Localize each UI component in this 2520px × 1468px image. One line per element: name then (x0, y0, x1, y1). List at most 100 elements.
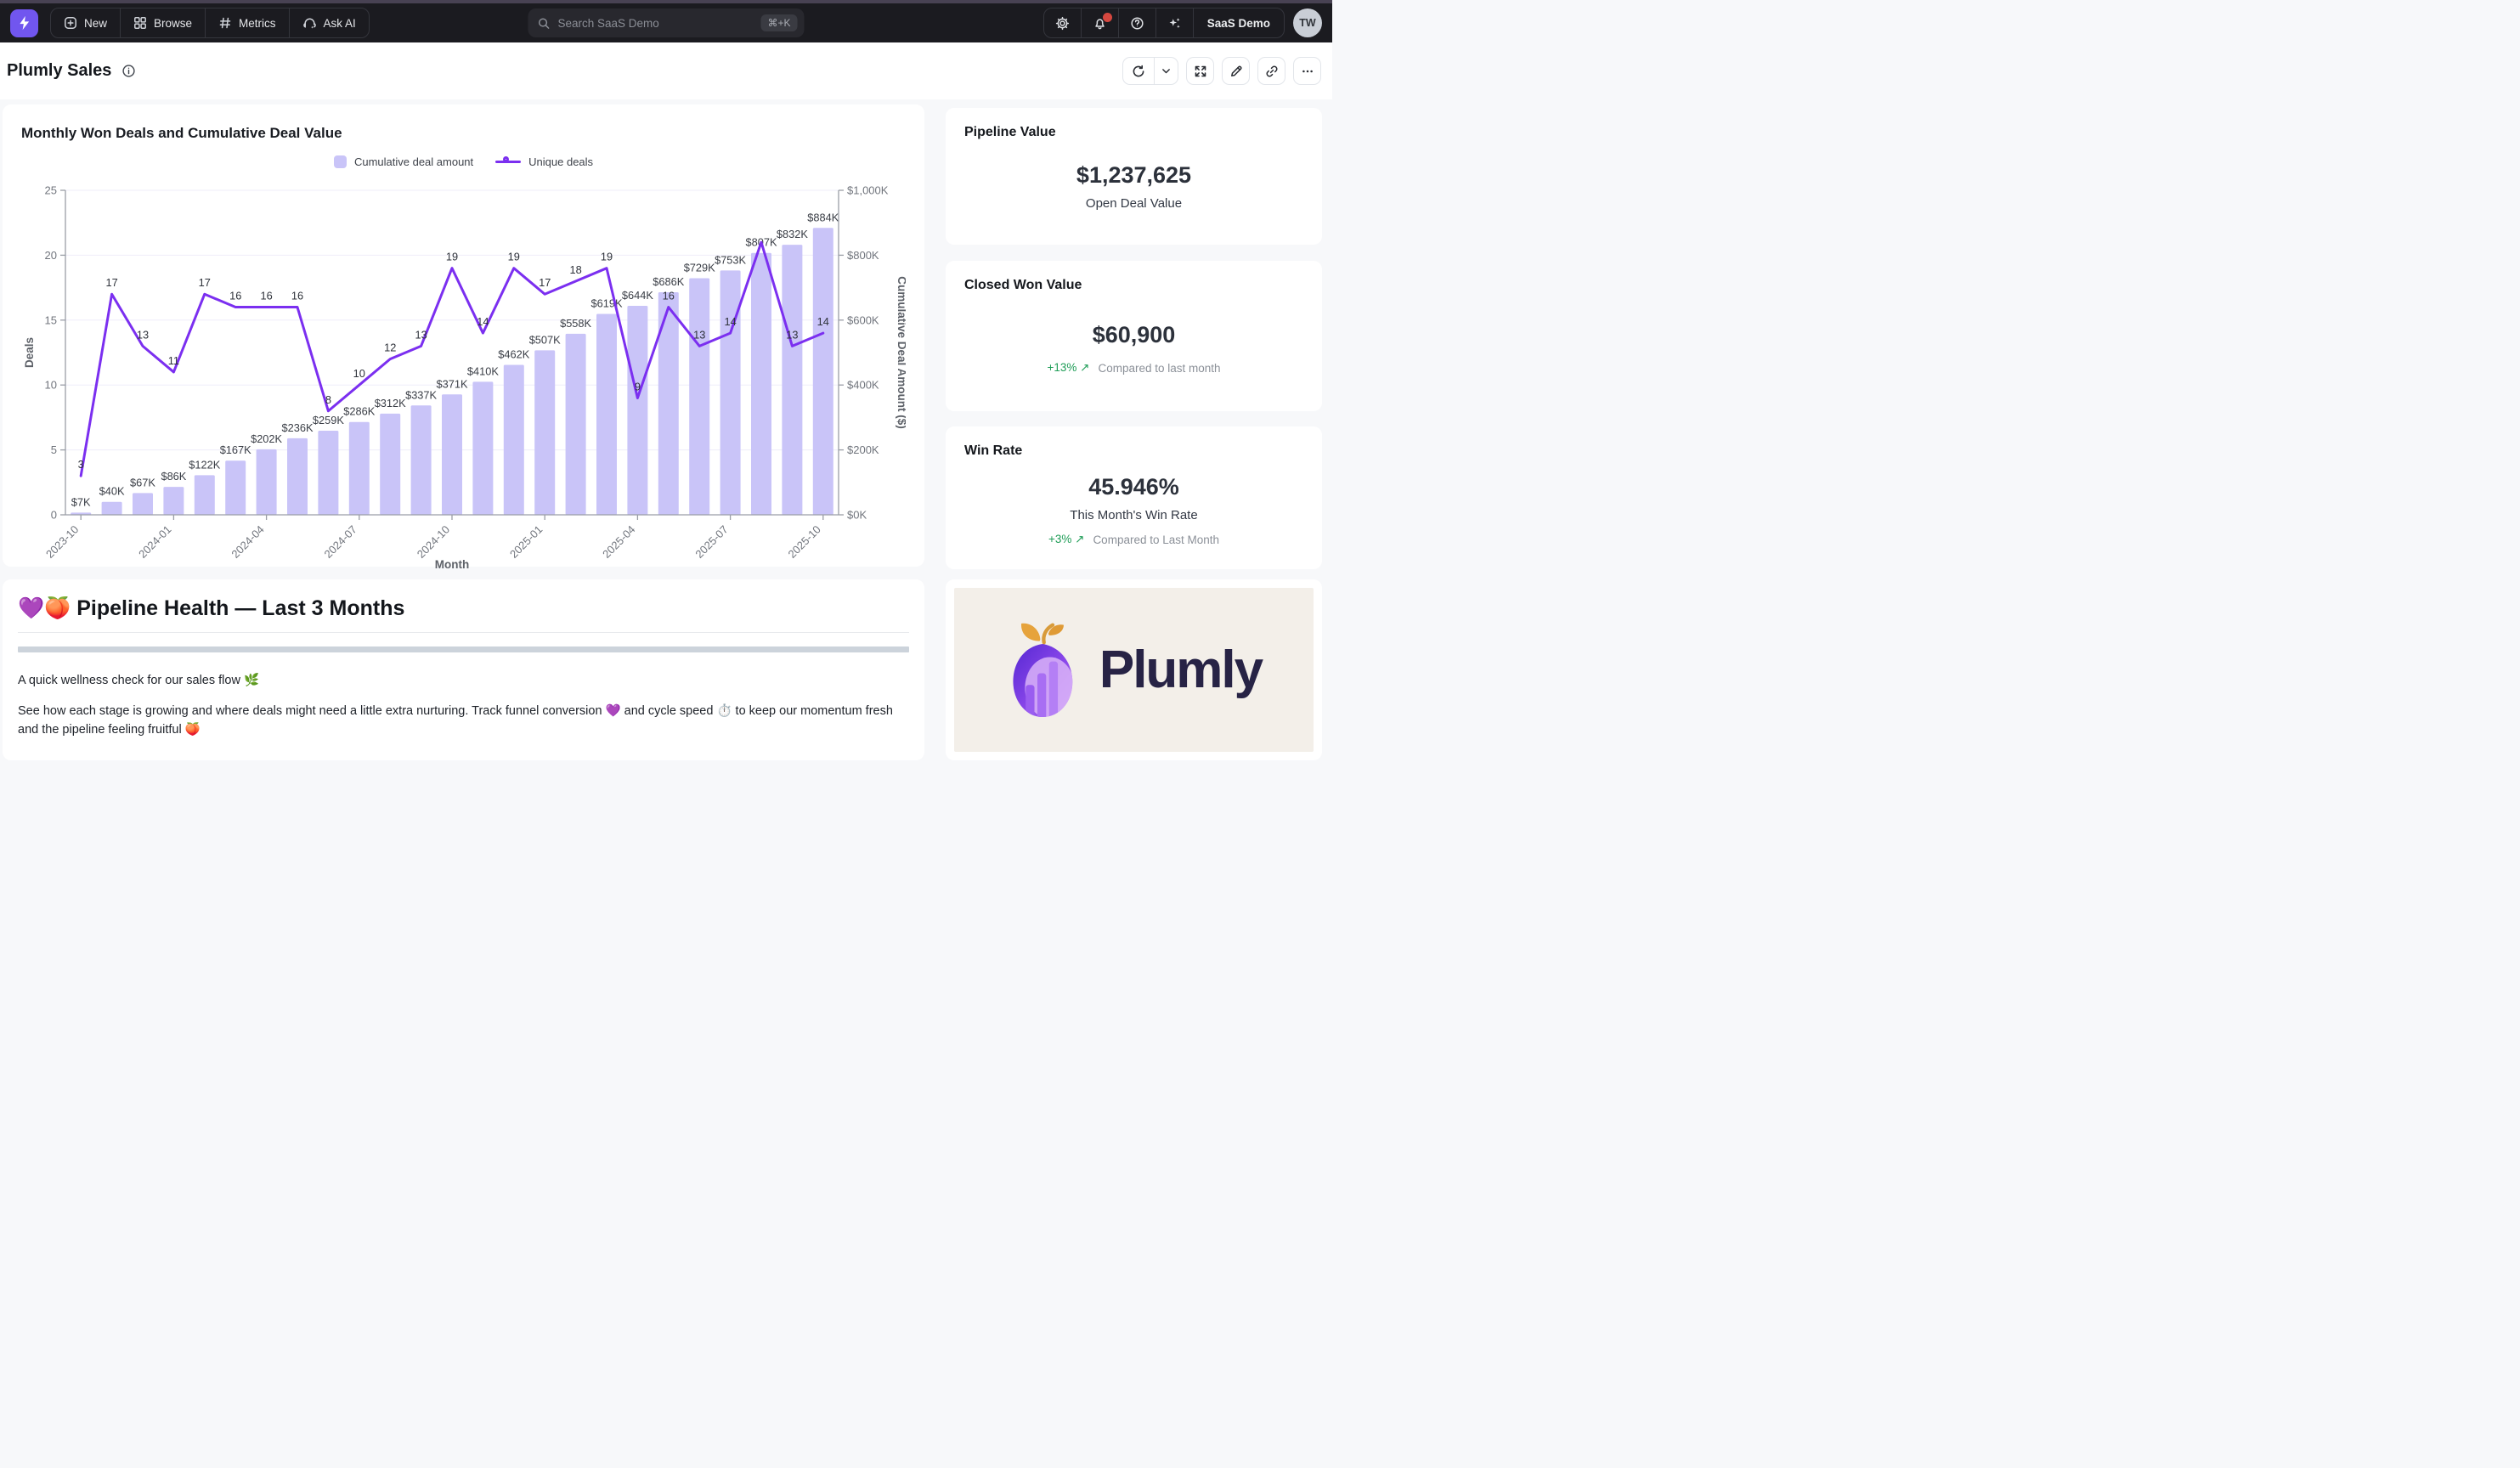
chart-text: 16 (291, 290, 303, 302)
ai-sparkles-button[interactable] (1155, 8, 1193, 37)
refresh-options-button[interactable] (1154, 58, 1178, 84)
app-logo[interactable] (10, 9, 38, 37)
chart-text: Deals (23, 337, 36, 368)
nav-item-ask-ai[interactable]: Ask AI (289, 8, 369, 37)
bar[interactable] (380, 414, 400, 515)
kpi-delta-row: +3% ↗ Compared to Last Month (964, 533, 1303, 546)
bar[interactable] (720, 270, 741, 515)
bar[interactable] (627, 306, 647, 515)
page-header: Plumly Sales (0, 42, 1332, 99)
nav-item-metrics[interactable]: Metrics (205, 8, 289, 37)
kpi-title: Pipeline Value (964, 125, 1303, 140)
global-search[interactable]: Search SaaS Demo ⌘+K (528, 8, 805, 37)
bar[interactable] (257, 449, 277, 515)
bar[interactable] (163, 487, 184, 515)
chart-text: 12 (384, 342, 396, 354)
legend-label: Unique deals (528, 155, 593, 168)
delta-badge: +13% ↗ (1047, 361, 1089, 375)
legend-item-unique-deals[interactable]: Unique deals (495, 155, 593, 168)
combo-chart[interactable]: $7K$40K$67K$86K$122K$167K$202K$236K$259K… (21, 175, 906, 579)
bar[interactable] (782, 245, 802, 515)
chart-text: 2024-10 (415, 523, 452, 561)
bar[interactable] (225, 460, 246, 515)
link-icon (1265, 65, 1279, 78)
nav-item-label: New (84, 17, 107, 30)
sparkles-icon (1167, 16, 1182, 31)
chart-text: 2025-07 (692, 523, 730, 561)
chart-text: $800K (847, 249, 879, 262)
more-options-button[interactable] (1293, 57, 1321, 85)
bar[interactable] (596, 314, 617, 515)
bar[interactable] (195, 475, 215, 515)
bar[interactable] (102, 502, 122, 515)
chart-text: $410K (467, 364, 499, 377)
bar[interactable] (751, 253, 771, 515)
nav-item-label: Metrics (239, 17, 276, 30)
bar[interactable] (813, 228, 833, 515)
chart-text: 2025-10 (786, 523, 823, 561)
legend-item-cumulative[interactable]: Cumulative deal amount (334, 155, 473, 168)
help-circle-icon (1130, 16, 1144, 31)
search-icon (538, 17, 551, 30)
chart-text: 5 (51, 443, 57, 456)
kpi-value: $1,237,625 (964, 162, 1303, 189)
help-button[interactable] (1118, 8, 1155, 37)
bar[interactable] (689, 279, 709, 515)
bar[interactable] (534, 350, 555, 515)
bar[interactable] (566, 334, 586, 515)
chart-text: $600K (847, 313, 879, 326)
pencil-icon (1229, 65, 1243, 78)
refresh-button[interactable] (1123, 58, 1154, 84)
chart-text: 14 (724, 315, 736, 328)
bar[interactable] (411, 405, 432, 515)
expand-icon (1194, 65, 1207, 78)
delta-badge: +3% ↗ (1048, 533, 1084, 546)
fullscreen-button[interactable] (1186, 57, 1214, 85)
user-avatar[interactable]: TW (1293, 8, 1322, 37)
chart-text: $167K (220, 443, 251, 456)
bar[interactable] (472, 381, 493, 515)
notes-paragraph: A quick wellness check for our sales flo… (18, 672, 909, 691)
chart-text: $644K (622, 289, 653, 302)
chart-text: 3 (78, 458, 84, 471)
trend-up-icon: ↗ (1075, 533, 1084, 545)
chart-text: 2024-07 (322, 523, 359, 561)
bar-swatch (334, 155, 347, 168)
chart-text: 2023-10 (43, 523, 81, 561)
bar[interactable] (133, 493, 153, 515)
chart-text: 20 (45, 249, 57, 262)
chart-text: 14 (477, 315, 489, 328)
gear-icon (1055, 16, 1070, 31)
chart-text: Month (435, 558, 469, 571)
headset-sparkle-icon (302, 16, 317, 31)
navbar-icon-group: SaaS Demo (1043, 8, 1285, 38)
bar[interactable] (287, 438, 308, 515)
page-title: Plumly Sales (7, 61, 111, 81)
search-shortcut-badge: ⌘+K (760, 14, 797, 31)
settings-button[interactable] (1044, 8, 1081, 37)
compare-label: Compared to last month (1098, 362, 1220, 375)
bar[interactable] (349, 422, 370, 515)
nav-item-browse[interactable]: Browse (120, 8, 205, 37)
chart-text: $7K (71, 495, 91, 508)
bar[interactable] (318, 431, 338, 515)
chart-text: $259K (313, 414, 344, 426)
chart-text: $86K (161, 470, 186, 483)
share-link-button[interactable] (1257, 57, 1285, 85)
edit-button[interactable] (1222, 57, 1250, 85)
chart-text: $200K (847, 443, 879, 456)
bar[interactable] (442, 394, 462, 515)
heading-divider (18, 632, 909, 633)
refresh-split-button (1122, 57, 1178, 85)
notifications-button[interactable] (1081, 8, 1118, 37)
search-placeholder: Search SaaS Demo (558, 17, 754, 30)
chart-text: 17 (199, 276, 211, 289)
kpi-delta-row: +13% ↗ Compared to last month (964, 361, 1303, 375)
nav-item-new[interactable]: New (51, 8, 120, 37)
bar[interactable] (504, 365, 524, 515)
workspace-button[interactable]: SaaS Demo (1193, 8, 1284, 37)
info-button[interactable] (121, 64, 136, 78)
chart-text: 2025-01 (507, 523, 545, 561)
chart-text: 17 (105, 276, 117, 289)
chart-text: $400K (847, 379, 879, 392)
